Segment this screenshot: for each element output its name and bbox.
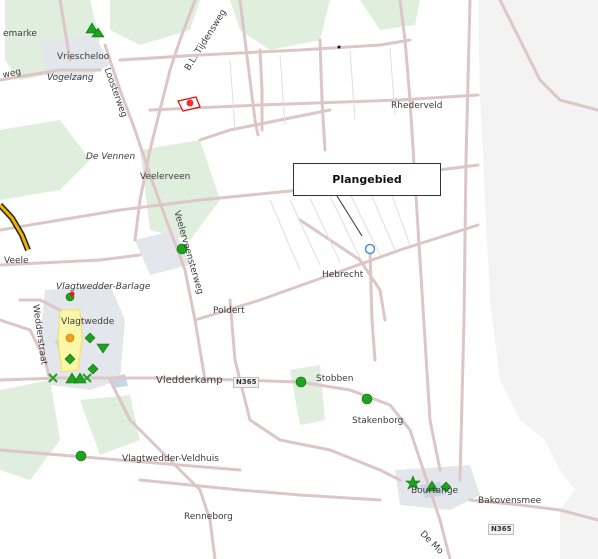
label-bakovensmee: Bakovensmee xyxy=(478,496,542,506)
label-poldert: Poldert xyxy=(213,306,245,316)
label-vledderkamp: Vledderkamp xyxy=(156,375,223,386)
plangebied-callout: Plangebied xyxy=(293,163,441,196)
callout-label: Plangebied xyxy=(332,173,402,186)
circle-marker xyxy=(295,376,307,388)
label-stobben: Stobben xyxy=(316,374,354,384)
label-de-vennen: De Vennen xyxy=(86,152,136,162)
label-vlagtwedder-veldhuis: Vlagtwedder-Veldhuis xyxy=(122,454,219,464)
study-area-marker[interactable] xyxy=(364,243,376,255)
red-dot-marker xyxy=(69,291,75,297)
point-marker xyxy=(337,45,341,49)
label-veele: Veele xyxy=(4,256,29,266)
label-vogelzang: Vogelzang xyxy=(47,73,94,83)
label-vriescheloo: Vriescheloo xyxy=(57,52,110,62)
orange-dot-marker xyxy=(65,333,75,343)
road-shield: N365 xyxy=(233,377,260,388)
label-veelerveen: Veelerveen xyxy=(140,172,191,182)
label-bourtange: Bourtange xyxy=(411,486,459,496)
circle-marker xyxy=(361,393,373,405)
label-renneborg: Renneborg xyxy=(184,512,233,522)
map-base xyxy=(0,0,598,559)
map-canvas[interactable]: emarke Vriescheloo weg Vogelzang Looster… xyxy=(0,0,598,559)
label-stakenborg: Stakenborg xyxy=(352,416,404,426)
label-gemarke: emarke xyxy=(3,29,37,39)
label-vlagtwedde: Vlagtwedde xyxy=(61,317,115,327)
label-vlagtwedder-barlage: Vlagtwedder-Barlage xyxy=(56,282,151,292)
road-shield: N365 xyxy=(488,524,515,535)
circle-marker xyxy=(75,450,87,462)
label-hebrecht: Hebrecht xyxy=(322,270,364,280)
label-rhederveld: Rhederveld xyxy=(391,101,443,111)
